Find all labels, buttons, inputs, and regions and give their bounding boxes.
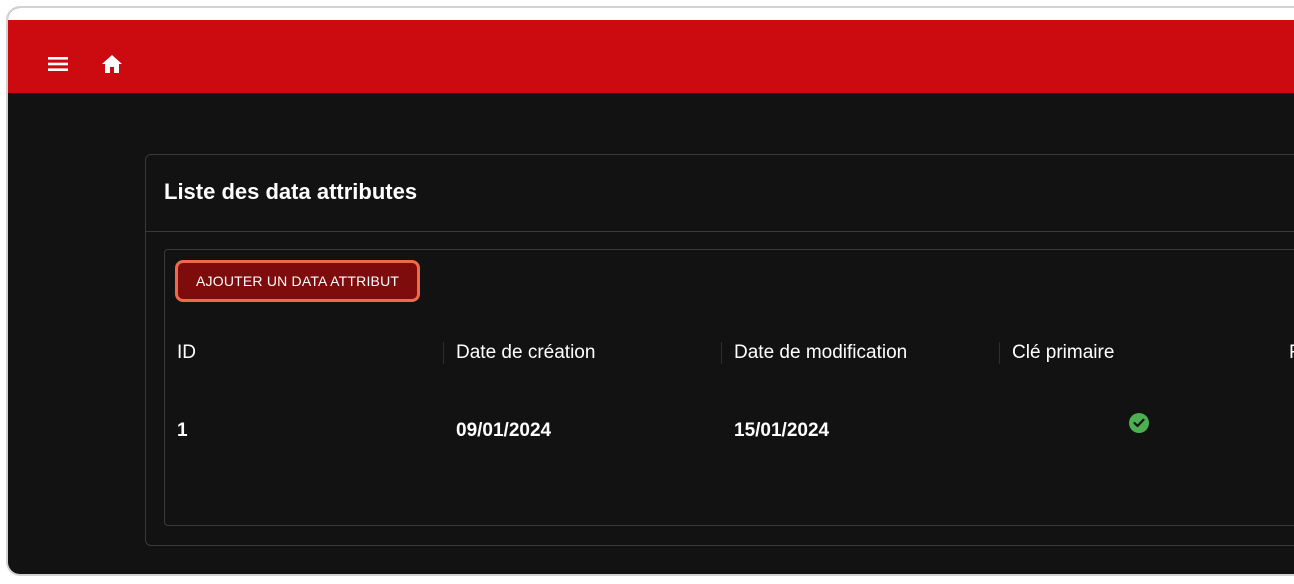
column-header-date-modification[interactable]: Date de modification [734,330,907,376]
card-divider [146,231,1294,232]
column-separator[interactable] [721,342,722,364]
column-separator[interactable] [999,342,1000,364]
column-header-date-creation[interactable]: Date de création [456,330,595,376]
add-data-attribute-button[interactable]: AJOUTER UN DATA ATTRIBUT [175,260,421,302]
cell-date-creation: 09/01/2024 [456,420,552,441]
column-separator[interactable] [443,342,444,364]
column-header-partial[interactable]: F [1289,330,1294,376]
cell-cle-primaire [1129,400,1149,446]
column-header-id[interactable]: ID [177,330,196,376]
cell-date-modification: 15/01/2024 [734,420,830,441]
check-circle-icon [1129,413,1149,433]
menu-icon[interactable] [44,50,72,78]
card-title: Liste des data attributes [164,179,418,204]
app-bar [8,20,1294,93]
home-icon[interactable] [98,50,126,78]
table-row[interactable]: 1 09/01/2024 15/01/2024 [165,408,1294,454]
table-header-row: ID Date de création Date de modification… [165,330,1294,376]
data-attributes-card: Liste des data attributes AJOUTER UN DAT… [145,154,1294,546]
app-window: Liste des data attributes AJOUTER UN DAT… [6,6,1294,576]
data-grid: AJOUTER UN DATA ATTRIBUT ID Date de créa… [164,249,1294,526]
column-header-cle-primaire[interactable]: Clé primaire [1012,330,1114,376]
cell-id: 1 [177,420,188,441]
top-strip [8,8,1294,20]
